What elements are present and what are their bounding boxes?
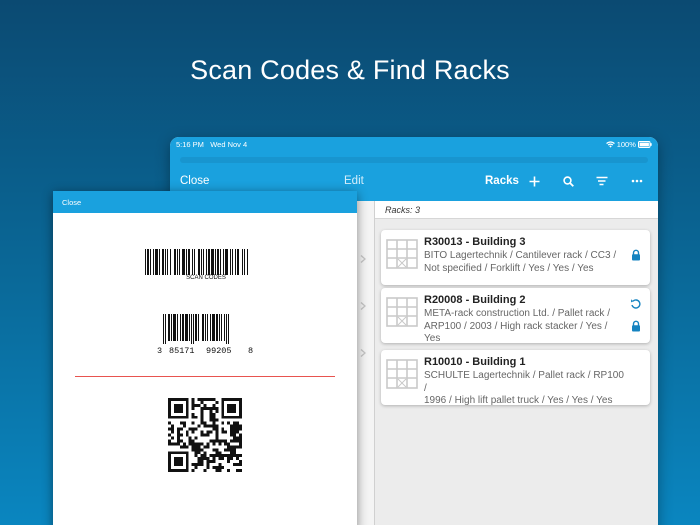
chevron-right-icon[interactable] [358,298,368,310]
chevron-right-icon[interactable] [358,345,368,357]
battery-percent: 100% [616,140,636,149]
modal-header: Close [53,191,357,213]
add-icon [529,176,539,186]
rack-title: R30013 - Building 3 [424,236,526,248]
ean-barcode-image [163,314,229,344]
rack-card[interactable]: R20008 - Building 2 META-rack constructi… [381,288,650,345]
barcode-digit-first: 3 [157,346,163,356]
pane-divider [374,201,375,525]
scanner-modal: Close SCAN CODES 3 85171 99205 8 [53,191,357,525]
lock-icon [632,249,640,261]
sort-button[interactable] [591,170,613,192]
barcode-digit-last: 8 [248,346,254,356]
page-title: Racks [485,175,519,187]
refresh-icon[interactable] [630,298,642,310]
close-button[interactable]: Close [180,175,209,187]
rack-details: 1996 / High lift pallet truck / Yes / Ye… [424,395,613,406]
sort-icon [596,176,608,186]
status-bar: 5:16 PM Wed Nov 4 100% [176,140,652,152]
rack-thumbnail-icon [386,239,418,269]
racks-count: Racks: 3 [385,205,421,215]
headline: Scan Codes & Find Racks [190,55,510,85]
rack-details: ARP100 / 2003 / High rack stacker / Yes … [424,320,608,345]
wifi-icon [605,141,615,148]
more-icon [631,179,643,183]
status-time: 5:16 PM [176,140,204,149]
rack-thumbnail-icon [386,297,418,327]
rack-details: SCHULTE Lagertechnik / Pallet rack / RP1… [424,370,624,394]
barcode-digits-left: 85171 [169,346,195,356]
search-bar[interactable] [180,157,648,163]
rack-card[interactable]: R30013 - Building 3 BITO Lagertechnik / … [381,230,650,285]
rack-title: R10010 - Building 1 [424,356,526,368]
rack-details: BITO Lagertechnik / Cantilever rack / CC… [424,250,617,261]
barcode-image [145,249,248,275]
chevron-right-icon[interactable] [358,251,368,263]
rack-thumbnail-icon [386,359,418,389]
add-button[interactable] [523,170,545,192]
battery-icon [638,141,652,148]
barcode-label: SCAN CODES [186,275,226,281]
rack-details: META-rack construction Ltd. / Pallet rac… [424,308,610,319]
lock-icon [632,320,640,332]
rack-title: R20008 - Building 2 [424,294,526,306]
status-date: Wed Nov 4 [210,140,248,149]
search-icon [562,175,574,187]
rack-card[interactable]: R10010 - Building 1 SCHULTE Lagertechnik… [381,350,650,406]
search-button[interactable] [557,170,579,192]
barcode-digits-right: 99205 [206,346,232,356]
modal-close-button[interactable]: Close [62,198,81,207]
scan-line [75,376,335,377]
more-button[interactable] [626,170,648,192]
racks-count-bar: Racks: 3 [375,201,658,219]
qr-code-image [168,398,242,472]
rack-details: Not specified / Forklift / Yes / Yes / Y… [424,262,594,274]
edit-button[interactable]: Edit [344,175,364,187]
